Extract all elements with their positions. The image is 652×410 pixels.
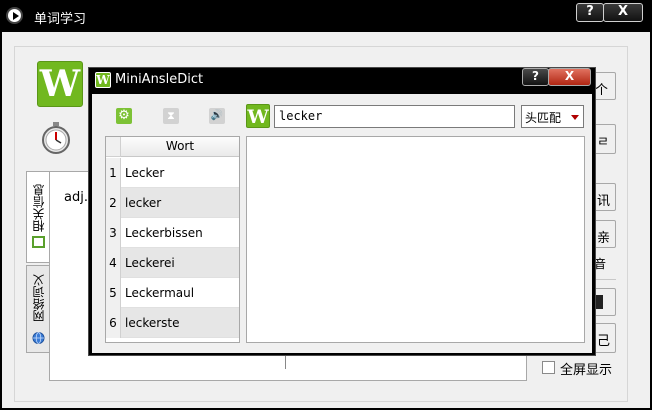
table-row[interactable]: 1 Lecker: [106, 158, 239, 188]
part-of-speech-text: adj.: [64, 190, 88, 205]
row-number: 4: [106, 248, 121, 278]
dialog-client-area: W lecker 头匹配 Wort 1 Lecker 2 lecker: [92, 94, 592, 353]
side-button-3-label: 讯: [597, 194, 611, 209]
row-number: 3: [106, 218, 121, 248]
search-input[interactable]: lecker: [274, 105, 515, 128]
outer-help-button[interactable]: ?: [576, 3, 604, 22]
side-button-4-label: 亲: [597, 231, 611, 246]
dialog-titlebar[interactable]: W MiniAnsleDict ? X: [89, 68, 595, 92]
side-button-6-label: 己: [597, 334, 611, 349]
dialog-close-button[interactable]: X: [548, 68, 591, 86]
row-number: 2: [106, 188, 121, 218]
word-list-table: Wort 1 Lecker 2 lecker 3 Leckerbissen 4 …: [105, 136, 240, 343]
column-header-wort[interactable]: Wort: [121, 137, 239, 157]
gear-icon[interactable]: [116, 107, 132, 124]
stopwatch-icon[interactable]: [40, 121, 72, 155]
word-cell[interactable]: leckerste: [121, 308, 239, 338]
definition-panel: [246, 136, 585, 343]
outer-titlebar[interactable]: 单词学习 ? X: [0, 0, 652, 32]
row-number: 1: [106, 158, 121, 188]
table-corner: [106, 137, 121, 157]
app-logo: W: [37, 61, 83, 107]
tab-related-info-label: 相关信息: [32, 184, 46, 232]
table-row[interactable]: 4 Leckerei: [106, 248, 239, 278]
outer-close-button[interactable]: X: [603, 3, 643, 22]
word-cell[interactable]: Leckermaul: [121, 278, 239, 308]
globe-icon: [32, 332, 45, 344]
content-divider: [285, 355, 286, 369]
fullscreen-label[interactable]: 全屏显示: [560, 359, 612, 378]
side-button-5-mark: [596, 295, 603, 309]
info-icon: [32, 236, 45, 248]
row-number: 6: [106, 308, 121, 338]
match-mode-value: 头匹配: [525, 111, 562, 125]
word-cell[interactable]: lecker: [121, 188, 239, 218]
outer-window-title: 单词学习: [34, 12, 87, 27]
tab-related-info[interactable]: 相关信息: [26, 171, 50, 263]
row-number: 5: [106, 278, 121, 308]
word-cell[interactable]: Lecker: [121, 158, 239, 188]
dialog-logo-letter: W: [96, 73, 110, 87]
tab-web-meaning-label: 网络词义: [32, 274, 46, 322]
tab-web-meaning[interactable]: 网络词义: [26, 265, 50, 353]
word-cell[interactable]: Leckerei: [121, 248, 239, 278]
word-cell[interactable]: Leckerbissen: [121, 218, 239, 248]
hourglass-icon[interactable]: [163, 108, 179, 124]
dictionary-logo-letter: W: [247, 106, 269, 128]
mini-dict-dialog: W MiniAnsleDict ? X W lecker 头匹配 Wort: [88, 67, 596, 356]
table-row[interactable]: 6 leckerste: [106, 308, 239, 338]
app-logo-letter: W: [39, 63, 81, 105]
dropdown-arrow-icon: [571, 115, 579, 120]
speaker-icon[interactable]: [209, 108, 225, 124]
side-button-2-label: ㄹ: [597, 135, 609, 150]
dialog-help-button[interactable]: ?: [522, 68, 549, 86]
fullscreen-checkbox[interactable]: [542, 361, 555, 374]
outer-window: 单词学习 ? X W 相关信息 网络词义 adj. 个 ㄹ 讯 亲 音 己 全屏…: [0, 0, 652, 410]
dialog-title: MiniAnsleDict: [115, 72, 204, 87]
play-icon: [6, 7, 23, 24]
move-up-label: 个: [595, 83, 609, 98]
match-mode-select[interactable]: 头匹配: [521, 105, 584, 128]
table-row[interactable]: 3 Leckerbissen: [106, 218, 239, 248]
dialog-logo-icon: W: [95, 72, 111, 88]
table-row[interactable]: 5 Leckermaul: [106, 278, 239, 308]
vertical-tabs: 相关信息 网络词义: [26, 171, 50, 353]
table-row[interactable]: 2 lecker: [106, 188, 239, 218]
dictionary-logo: W: [246, 104, 270, 128]
